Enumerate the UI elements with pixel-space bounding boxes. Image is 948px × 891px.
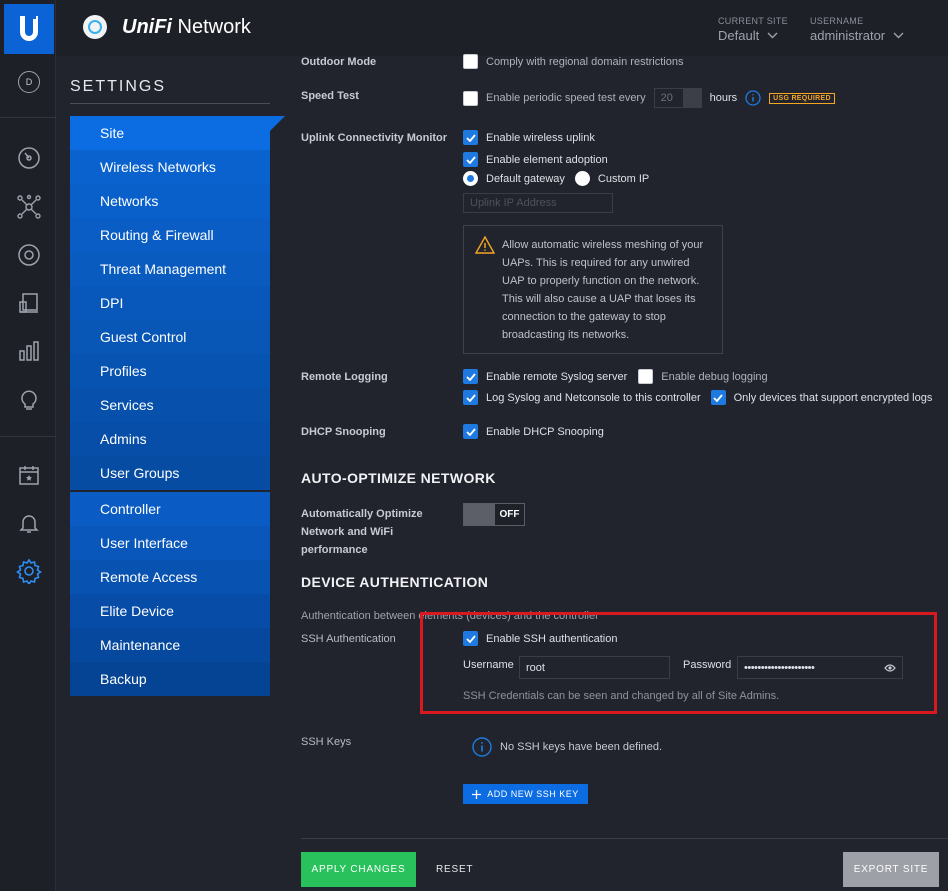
nav-item-threat-management[interactable]: Threat Management bbox=[70, 252, 270, 286]
settings-title: SETTINGS bbox=[70, 78, 167, 95]
brand: UniFi Network bbox=[82, 14, 251, 40]
chevron-down-icon bbox=[767, 32, 778, 39]
speed-test-option: Enable periodic speed test every bbox=[486, 92, 646, 104]
notifications-icon[interactable] bbox=[14, 508, 44, 538]
outdoor-mode-label: Outdoor Mode bbox=[301, 56, 377, 68]
uplink-monitor-label: Uplink Connectivity Monitor bbox=[301, 132, 448, 144]
clients-icon[interactable] bbox=[14, 288, 44, 318]
site-avatar-letter: D bbox=[18, 71, 40, 93]
nav-item-elite-device[interactable]: Elite Device bbox=[70, 594, 270, 628]
nav-item-networks[interactable]: Networks bbox=[70, 184, 270, 218]
settings-icon[interactable] bbox=[14, 556, 44, 586]
ssh-keys-label: SSH Keys bbox=[301, 736, 352, 748]
syslog-option: Enable remote Syslog server bbox=[486, 370, 628, 383]
info-icon[interactable] bbox=[745, 90, 761, 106]
mesh-warning-text: Allow automatic wireless meshing of your… bbox=[502, 239, 704, 341]
netconsole-checkbox[interactable] bbox=[463, 390, 478, 405]
divider bbox=[70, 103, 270, 104]
dhcp-snooping-option: Enable DHCP Snooping bbox=[486, 425, 604, 438]
speed-test-unit: hours bbox=[709, 92, 738, 104]
usg-required-badge: USG REQUIRED bbox=[769, 92, 835, 104]
plus-icon bbox=[472, 789, 482, 799]
nav-item-controller[interactable]: Controller bbox=[70, 492, 270, 526]
speed-test-interval-value: 20 bbox=[660, 92, 673, 104]
auto-optimize-toggle[interactable]: OFF bbox=[463, 503, 525, 526]
ubiquiti-logo[interactable] bbox=[4, 4, 54, 54]
brand-name: UniFi Network bbox=[122, 15, 251, 38]
export-site-button[interactable]: EXPORT SITE bbox=[843, 852, 939, 887]
speed-test-checkbox[interactable] bbox=[463, 90, 478, 106]
insights-icon[interactable] bbox=[14, 384, 44, 414]
auto-optimize-label: Automatically Optimize Network and WiFi … bbox=[301, 508, 423, 556]
uplink-adoption-checkbox[interactable] bbox=[463, 152, 478, 167]
dhcp-snooping-checkbox[interactable] bbox=[463, 424, 478, 439]
nav-item-profiles[interactable]: Profiles bbox=[70, 354, 270, 388]
encrypted-logs-checkbox[interactable] bbox=[710, 390, 726, 405]
syslog-checkbox[interactable] bbox=[463, 369, 478, 384]
info-icon bbox=[472, 737, 492, 757]
outdoor-mode-option: Comply with regional domain restrictions bbox=[486, 55, 684, 68]
debug-logging-option: Enable debug logging bbox=[661, 370, 768, 383]
custom-ip-option: Custom IP bbox=[597, 172, 650, 185]
dhcp-snooping-label: DHCP Snooping bbox=[301, 426, 386, 438]
ssh-auth-label: SSH Authentication bbox=[301, 633, 396, 645]
reset-button[interactable]: RESET bbox=[436, 852, 473, 887]
warning-icon bbox=[475, 236, 495, 254]
debug-logging-checkbox[interactable] bbox=[638, 369, 654, 384]
speed-test-interval-input[interactable]: 20 bbox=[653, 88, 702, 108]
user-value: administrator bbox=[810, 28, 886, 43]
nav-item-admins[interactable]: Admins bbox=[70, 422, 270, 456]
netconsole-option: Log Syslog and Netconsole to this contro… bbox=[486, 391, 701, 404]
nav-item-backup[interactable]: Backup bbox=[70, 662, 270, 696]
default-gateway-option: Default gateway bbox=[486, 172, 565, 185]
devices-icon[interactable] bbox=[14, 240, 44, 270]
site-caption: CURRENT SITE bbox=[718, 16, 788, 26]
nav-item-routing-firewall[interactable]: Routing & Firewall bbox=[70, 218, 270, 252]
ssh-highlight-box bbox=[420, 612, 937, 714]
user-caption: USERNAME bbox=[810, 16, 864, 26]
unifi-device-icon bbox=[83, 15, 107, 39]
site-value: Default bbox=[718, 28, 760, 43]
mesh-warning: Allow automatic wireless meshing of your… bbox=[463, 225, 723, 354]
encrypted-logs-option: Only devices that support encrypted logs bbox=[733, 391, 933, 404]
statistics-icon[interactable] bbox=[14, 336, 44, 366]
apply-changes-button[interactable]: APPLY CHANGES bbox=[301, 852, 416, 887]
settings-content: Outdoor Mode Comply with regional domain… bbox=[286, 54, 948, 891]
outdoor-mode-checkbox[interactable] bbox=[463, 54, 478, 69]
auto-optimize-heading: AUTO-OPTIMIZE NETWORK bbox=[301, 470, 496, 486]
nav-item-services[interactable]: Services bbox=[70, 388, 270, 422]
dashboard-icon[interactable] bbox=[14, 143, 44, 173]
default-gateway-radio[interactable] bbox=[463, 171, 478, 186]
uplink-wireless-option: Enable wireless uplink bbox=[486, 131, 595, 144]
ssh-keys-empty: No SSH keys have been defined. bbox=[500, 741, 663, 753]
left-rail: D bbox=[0, 0, 56, 891]
uplink-adoption-option: Enable element adoption bbox=[486, 153, 608, 166]
nav-item-remote-access[interactable]: Remote Access bbox=[70, 560, 270, 594]
nav-item-maintenance[interactable]: Maintenance bbox=[70, 628, 270, 662]
remote-logging-label: Remote Logging bbox=[301, 371, 388, 383]
add-ssh-key-button[interactable]: ADD NEW SSH KEY bbox=[463, 784, 588, 804]
settings-nav: Site Wireless Networks Networks Routing … bbox=[70, 116, 285, 696]
speed-test-label: Speed Test bbox=[301, 90, 359, 102]
uplink-wireless-checkbox[interactable] bbox=[463, 130, 478, 145]
nav-item-dpi[interactable]: DPI bbox=[70, 286, 270, 320]
nav-item-wireless-networks[interactable]: Wireless Networks bbox=[70, 150, 270, 184]
site-avatar-icon[interactable]: D bbox=[14, 67, 44, 97]
topology-icon[interactable] bbox=[14, 192, 44, 222]
site-selector[interactable]: CURRENT SITE Default bbox=[718, 16, 788, 43]
add-ssh-key-label: ADD NEW SSH KEY bbox=[487, 789, 579, 799]
nav-item-user-groups[interactable]: User Groups bbox=[70, 456, 270, 490]
footer-divider bbox=[301, 838, 948, 839]
custom-ip-radio[interactable] bbox=[574, 171, 590, 186]
user-menu[interactable]: USERNAME administrator bbox=[810, 16, 904, 43]
nav-item-guest-control[interactable]: Guest Control bbox=[70, 320, 270, 354]
auto-optimize-toggle-text: OFF bbox=[495, 504, 524, 525]
nav-item-user-interface[interactable]: User Interface bbox=[70, 526, 270, 560]
chevron-down-icon bbox=[893, 32, 904, 39]
uplink-ip-input[interactable]: Uplink IP Address bbox=[463, 193, 613, 213]
nav-item-site[interactable]: Site bbox=[70, 116, 285, 150]
top-bar: UniFi Network CURRENT SITE Default USERN… bbox=[56, 0, 948, 56]
events-icon[interactable] bbox=[14, 460, 44, 490]
device-auth-heading: DEVICE AUTHENTICATION bbox=[301, 574, 489, 590]
